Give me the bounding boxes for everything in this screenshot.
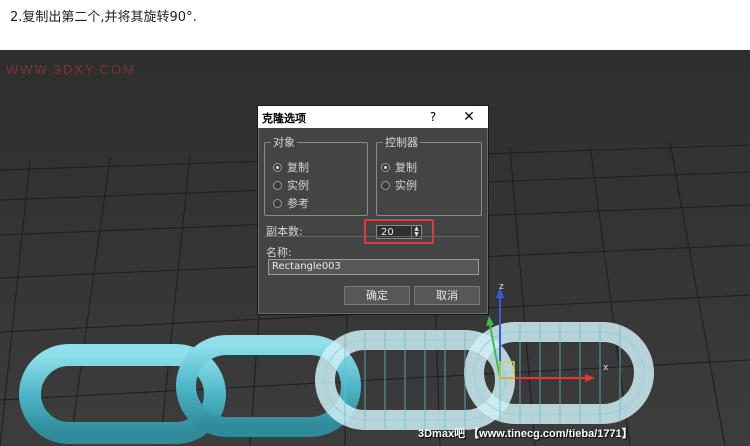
radio-dot[interactable] (273, 198, 282, 208)
radio-object-reference[interactable]: 参考 (273, 196, 309, 210)
footer-watermark: 3Dmax吧 【www.tinecg.com/tieba/1771】 (418, 428, 633, 440)
copies-highlight-box (364, 219, 434, 244)
radio-dot[interactable] (273, 180, 282, 190)
divider (264, 236, 480, 237)
radio-controller-instance[interactable]: 实例 (381, 178, 417, 192)
controller-group-legend: 控制器 (385, 136, 418, 149)
radio-label: 复制 (395, 161, 417, 174)
radio-label: 复制 (287, 161, 309, 174)
radio-label: 参考 (287, 197, 309, 210)
object-group-legend: 对象 (273, 136, 295, 149)
radio-dot[interactable] (381, 180, 390, 190)
dialog-title: 克隆选项 (262, 112, 306, 125)
name-label: 名称: (266, 246, 292, 259)
radio-label: 实例 (287, 179, 309, 192)
chain-wireframe (315, 322, 654, 430)
radio-dot[interactable] (381, 162, 390, 172)
cancel-button[interactable]: 取消 (414, 286, 480, 305)
name-field[interactable]: Rectangle003 (268, 259, 479, 275)
controller-group: 控制器 复制 实例 (376, 134, 482, 216)
step-caption: 2.复制出第二个,并将其旋转90°. (10, 10, 197, 25)
help-button[interactable]: ? (424, 108, 442, 126)
clone-options-dialog: 克隆选项 ? ✕ 对象 复制 实例 参考 控制器 复制 实例 副本数: 20 ▲… (257, 105, 489, 315)
gizmo-z-label: z (499, 282, 504, 292)
radio-controller-copy[interactable]: 复制 (381, 160, 417, 174)
radio-object-copy[interactable]: 复制 (273, 160, 309, 174)
radio-object-instance[interactable]: 实例 (273, 178, 309, 192)
site-watermark: WWW.3DXY.COM (6, 62, 136, 77)
radio-dot[interactable] (273, 162, 282, 172)
ok-button[interactable]: 确定 (344, 286, 410, 305)
dialog-titlebar[interactable]: 克隆选项 ? ✕ (258, 106, 488, 128)
object-group: 对象 复制 实例 参考 (264, 134, 368, 216)
radio-label: 实例 (395, 179, 417, 192)
gizmo-x-label: x (603, 363, 609, 373)
close-button[interactable]: ✕ (460, 108, 478, 126)
